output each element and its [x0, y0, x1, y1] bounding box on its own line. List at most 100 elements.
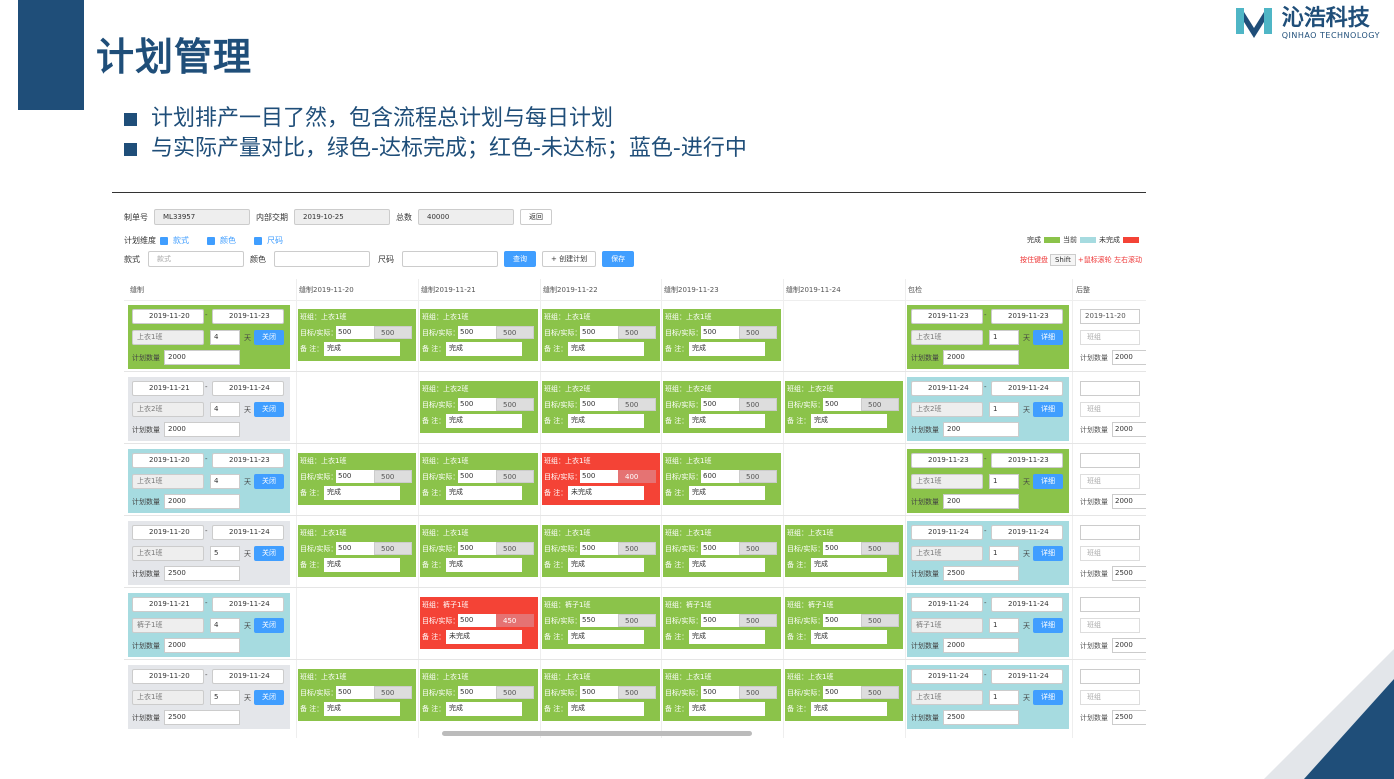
end-date-picker[interactable]: 2019-11-24	[212, 525, 284, 540]
actual-input[interactable]: 500	[618, 686, 656, 699]
post-group-select[interactable]: 班组	[1080, 618, 1140, 633]
checkbox-color-icon[interactable]	[207, 236, 215, 245]
target-input[interactable]: 500	[701, 542, 739, 555]
note-input[interactable]: 完成	[689, 486, 765, 500]
days-input[interactable]: 4	[210, 402, 240, 417]
note-input[interactable]: 未完成	[446, 630, 522, 644]
days-input[interactable]: 5	[210, 546, 240, 561]
actual-input[interactable]: 500	[861, 686, 899, 699]
post-qty-input[interactable]: 2500	[1112, 710, 1146, 725]
actual-input[interactable]: 500	[739, 398, 777, 411]
plan-qty-input[interactable]: 2500	[164, 710, 240, 725]
post-qty-input[interactable]: 2000	[1112, 638, 1146, 653]
target-input[interactable]: 500	[458, 326, 496, 339]
end-date-picker[interactable]: 2019-11-23	[212, 309, 284, 324]
target-input[interactable]: 500	[823, 542, 861, 555]
actual-input[interactable]: 500	[739, 686, 777, 699]
size-input[interactable]	[402, 251, 498, 267]
target-input[interactable]: 500	[336, 686, 374, 699]
save-button[interactable]: 保存	[602, 251, 635, 267]
note-input[interactable]: 完成	[568, 414, 644, 428]
days-input[interactable]: 4	[210, 330, 240, 345]
post-group-select[interactable]: 班组	[1080, 402, 1140, 417]
start-date-picker[interactable]: 2019-11-20	[132, 309, 204, 324]
target-input[interactable]: 500	[458, 686, 496, 699]
target-input[interactable]: 500	[336, 470, 374, 483]
close-button[interactable]: 关闭	[254, 474, 284, 489]
plan-qty-input[interactable]: 200	[943, 422, 1019, 437]
group-select[interactable]: 上衣1班	[911, 474, 983, 489]
target-input[interactable]: 500	[701, 326, 739, 339]
target-input[interactable]: 500	[458, 398, 496, 411]
actual-input[interactable]: 500	[861, 398, 899, 411]
days-input[interactable]: 4	[210, 474, 240, 489]
group-select[interactable]: 上衣1班	[132, 474, 204, 489]
detail-button[interactable]: 详细	[1033, 330, 1063, 345]
post-group-select[interactable]: 班组	[1080, 474, 1140, 489]
target-input[interactable]: 550	[580, 614, 618, 627]
start-date-picker[interactable]: 2019-11-24	[911, 597, 983, 612]
note-input[interactable]: 完成	[446, 558, 522, 572]
start-date-picker[interactable]: 2019-11-23	[911, 309, 983, 324]
note-input[interactable]: 完成	[568, 558, 644, 572]
group-select[interactable]: 裤子1班	[911, 618, 983, 633]
target-input[interactable]: 500	[580, 686, 618, 699]
days-input[interactable]: 1	[989, 474, 1019, 489]
actual-input[interactable]: 500	[739, 326, 777, 339]
start-date-picker[interactable]: 2019-11-23	[911, 453, 983, 468]
post-date-picker[interactable]	[1080, 669, 1140, 684]
delivery-date-field[interactable]: 2019-10-25	[294, 209, 390, 225]
target-input[interactable]: 500	[701, 686, 739, 699]
note-input[interactable]: 未完成	[568, 486, 644, 500]
post-date-picker[interactable]	[1080, 381, 1140, 396]
note-input[interactable]: 完成	[689, 630, 765, 644]
plan-qty-input[interactable]: 2000	[943, 350, 1019, 365]
post-qty-input[interactable]: 2500	[1112, 566, 1146, 581]
end-date-picker[interactable]: 2019-11-24	[991, 597, 1063, 612]
actual-input[interactable]: 500	[374, 542, 412, 555]
note-input[interactable]: 完成	[811, 414, 887, 428]
note-input[interactable]: 完成	[689, 558, 765, 572]
plan-qty-input[interactable]: 2500	[164, 566, 240, 581]
actual-input[interactable]: 500	[618, 326, 656, 339]
post-qty-input[interactable]: 2000	[1112, 422, 1146, 437]
checkbox-size-icon[interactable]	[254, 236, 262, 245]
post-date-picker[interactable]: 2019-11-20	[1080, 309, 1140, 324]
note-input[interactable]: 完成	[568, 630, 644, 644]
close-button[interactable]: 关闭	[254, 402, 284, 417]
group-select[interactable]: 上衣1班	[132, 546, 204, 561]
days-input[interactable]: 5	[210, 690, 240, 705]
actual-input[interactable]: 500	[618, 542, 656, 555]
actual-input[interactable]: 500	[496, 470, 534, 483]
end-date-picker[interactable]: 2019-11-24	[212, 381, 284, 396]
start-date-picker[interactable]: 2019-11-21	[132, 381, 204, 396]
note-input[interactable]: 完成	[689, 414, 765, 428]
order-number-field[interactable]: ML33957	[154, 209, 250, 225]
post-group-select[interactable]: 班组	[1080, 546, 1140, 561]
end-date-picker[interactable]: 2019-11-24	[212, 597, 284, 612]
start-date-picker[interactable]: 2019-11-21	[132, 597, 204, 612]
detail-button[interactable]: 详细	[1033, 546, 1063, 561]
plan-qty-input[interactable]: 2000	[164, 638, 240, 653]
end-date-picker[interactable]: 2019-11-24	[991, 669, 1063, 684]
target-input[interactable]: 500	[580, 326, 618, 339]
plan-qty-input[interactable]: 2000	[164, 422, 240, 437]
target-input[interactable]: 500	[458, 614, 496, 627]
note-input[interactable]: 完成	[811, 702, 887, 716]
target-input[interactable]: 500	[336, 542, 374, 555]
group-select[interactable]: 上衣1班	[132, 690, 204, 705]
post-date-picker[interactable]	[1080, 453, 1140, 468]
start-date-picker[interactable]: 2019-11-24	[911, 381, 983, 396]
actual-input[interactable]: 500	[496, 398, 534, 411]
target-input[interactable]: 500	[580, 542, 618, 555]
note-input[interactable]: 完成	[811, 558, 887, 572]
plan-qty-input[interactable]: 200	[943, 494, 1019, 509]
target-input[interactable]: 600	[701, 470, 739, 483]
actual-input[interactable]: 500	[861, 614, 899, 627]
actual-input[interactable]: 500	[739, 614, 777, 627]
post-date-picker[interactable]	[1080, 525, 1140, 540]
note-input[interactable]: 完成	[324, 558, 400, 572]
actual-input[interactable]: 500	[496, 686, 534, 699]
start-date-picker[interactable]: 2019-11-20	[132, 525, 204, 540]
end-date-picker[interactable]: 2019-11-23	[212, 453, 284, 468]
